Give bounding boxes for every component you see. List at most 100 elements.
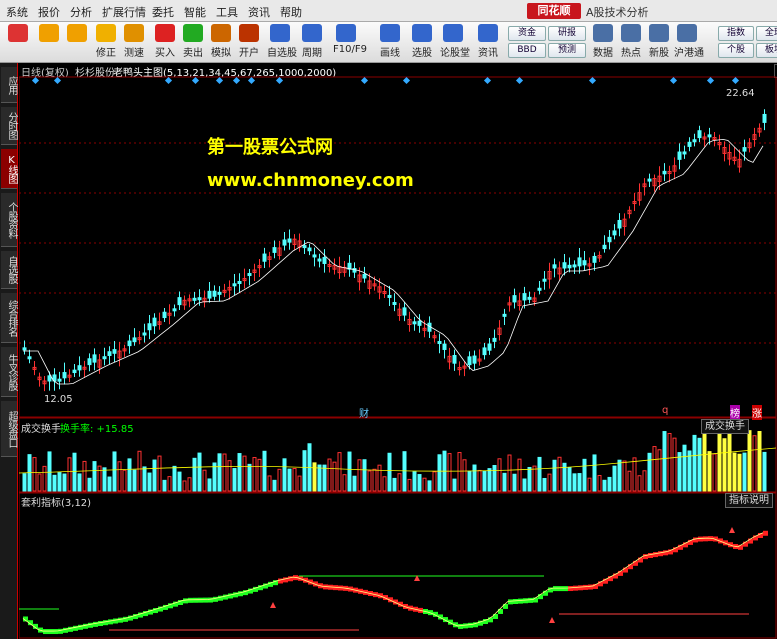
- buy-arrow: [549, 617, 555, 623]
- volume-bar: [237, 453, 242, 492]
- sidebar-tab-4[interactable]: 自选股: [1, 251, 17, 289]
- sidebar-tab-0[interactable]: 应用: [1, 67, 17, 103]
- toolbar-right-button-2[interactable]: 新股: [646, 24, 672, 61]
- menu-smart[interactable]: 智能: [184, 4, 206, 20]
- view-button-3[interactable]: 板块: [756, 43, 777, 58]
- volume-bar: [592, 454, 597, 492]
- indicator-block: [508, 599, 513, 605]
- limit-up-marker[interactable]: 涨: [752, 405, 762, 420]
- menu-analysis[interactable]: 分析: [70, 4, 92, 20]
- volume-bar: [522, 478, 527, 492]
- q-marker[interactable]: q: [662, 405, 668, 416]
- candle-body: [217, 291, 222, 295]
- volume-bar: [597, 475, 602, 492]
- candle-body: [512, 295, 517, 303]
- sidebar-tab-6[interactable]: 牛叉诊股: [1, 347, 17, 397]
- toolbar-button-6[interactable]: 卖出: [180, 24, 206, 61]
- view-button-2[interactable]: 个股: [718, 43, 754, 58]
- menu-trade[interactable]: 委托: [152, 4, 174, 20]
- menu-tools[interactable]: 工具: [216, 4, 238, 20]
- kline-chart[interactable]: [19, 63, 777, 639]
- volume-bar: [277, 468, 282, 492]
- candle-body: [487, 343, 492, 351]
- quick-button-0[interactable]: 资金: [508, 26, 546, 41]
- menu-ext-market[interactable]: 扩展行情: [102, 4, 146, 20]
- candle-body: [472, 355, 477, 364]
- rank-marker[interactable]: 榜: [730, 405, 740, 420]
- period-icon: [302, 24, 322, 42]
- volume-bar: [47, 451, 52, 492]
- toolbar-label: 画线: [380, 48, 400, 59]
- toolbar-button-9[interactable]: 自选股: [267, 24, 297, 61]
- candle-body: [592, 255, 597, 263]
- layout-icon: [8, 24, 28, 42]
- quick-button-2[interactable]: BBD: [508, 43, 546, 58]
- volume-bar: [632, 457, 637, 492]
- event-marker: [215, 76, 224, 85]
- volume-bar: [662, 431, 667, 492]
- candle-body: [572, 264, 577, 268]
- candle-body: [172, 308, 177, 312]
- toolbar-button-14[interactable]: 论股堂: [440, 24, 470, 61]
- indicator-block: [198, 597, 203, 603]
- toolbar-button-5[interactable]: 买入: [152, 24, 178, 61]
- toolbar-button-2[interactable]: [64, 24, 90, 61]
- sidebar-tab-3[interactable]: 个股资料: [1, 193, 17, 247]
- toolbar-button-0[interactable]: [5, 24, 31, 61]
- toolbar-button-12[interactable]: 画线: [377, 24, 403, 61]
- candle-body: [27, 356, 32, 360]
- forum-icon: [443, 24, 463, 42]
- toolbar-button-15[interactable]: 资讯: [475, 24, 501, 61]
- volume-bar: [417, 474, 422, 492]
- sidebar-tab-7[interactable]: 超级盘口: [1, 401, 17, 457]
- candle-body: [197, 297, 202, 301]
- finance-marker[interactable]: 财: [359, 405, 369, 420]
- menu-news[interactable]: 资讯: [248, 4, 270, 20]
- volume-bar: [687, 450, 692, 492]
- quick-button-1[interactable]: 研报: [548, 26, 586, 41]
- candle-body: [677, 151, 682, 160]
- indicator-block: [763, 530, 768, 536]
- candle-body: [492, 337, 497, 342]
- candle-body: [707, 134, 712, 138]
- quick-button-3[interactable]: 预测: [548, 43, 586, 58]
- toolbar-button-10[interactable]: 周期: [299, 24, 325, 61]
- menu-system[interactable]: 系统: [6, 4, 28, 20]
- toolbar-button-1[interactable]: [36, 24, 62, 61]
- sidebar-tab-1[interactable]: 分时图: [1, 107, 17, 145]
- indicator-block: [693, 537, 698, 543]
- toolbar-button-3[interactable]: 修正: [93, 24, 119, 61]
- toolbar-button-11[interactable]: F10/F9: [333, 24, 367, 61]
- sidebar: 应用分时图 K线图个股资料自选股综合排名牛叉诊股超级盘口: [0, 63, 18, 639]
- volume-title: 成交换手: [21, 424, 61, 435]
- toolbar-button-8[interactable]: 开户: [236, 24, 262, 61]
- toolbar-label: 开户: [239, 48, 259, 59]
- event-marker: [247, 76, 256, 85]
- sidebar-tab-5[interactable]: 综合排名: [1, 293, 17, 343]
- menu-quote[interactable]: 报价: [38, 4, 60, 20]
- view-button-0[interactable]: 指数: [718, 26, 754, 41]
- up-down-icon: [67, 24, 87, 42]
- volume-bar: [117, 461, 122, 492]
- candle-body: [387, 294, 392, 298]
- sidebar-tab-2[interactable]: K线图: [1, 149, 17, 189]
- volume-bar: [252, 457, 257, 492]
- volume-bar: [617, 459, 622, 492]
- toolbar-right-button-1[interactable]: 热点: [618, 24, 644, 61]
- indicator-block: [48, 629, 53, 635]
- volume-switch-button[interactable]: 成交换手: [701, 419, 749, 434]
- toolbar-right-button-3[interactable]: 沪港通: [674, 24, 704, 61]
- indicator-help-button[interactable]: 指标说明: [725, 493, 773, 508]
- toolbar-button-4[interactable]: 测速: [121, 24, 147, 61]
- volume-ma-line: [19, 447, 777, 474]
- candle-body: [142, 332, 147, 336]
- menu-help[interactable]: 帮助: [280, 4, 302, 20]
- toolbar-button-13[interactable]: 选股: [409, 24, 435, 61]
- toolbar-button-7[interactable]: 模拟: [208, 24, 234, 61]
- toolbar-label: 新股: [649, 48, 669, 59]
- view-button-1[interactable]: 全球: [756, 26, 777, 41]
- toolbar-right-button-0[interactable]: 数据: [590, 24, 616, 61]
- brand-logo: 同花顺: [527, 3, 581, 19]
- clock-icon: [124, 24, 144, 42]
- candle-body: [22, 347, 27, 351]
